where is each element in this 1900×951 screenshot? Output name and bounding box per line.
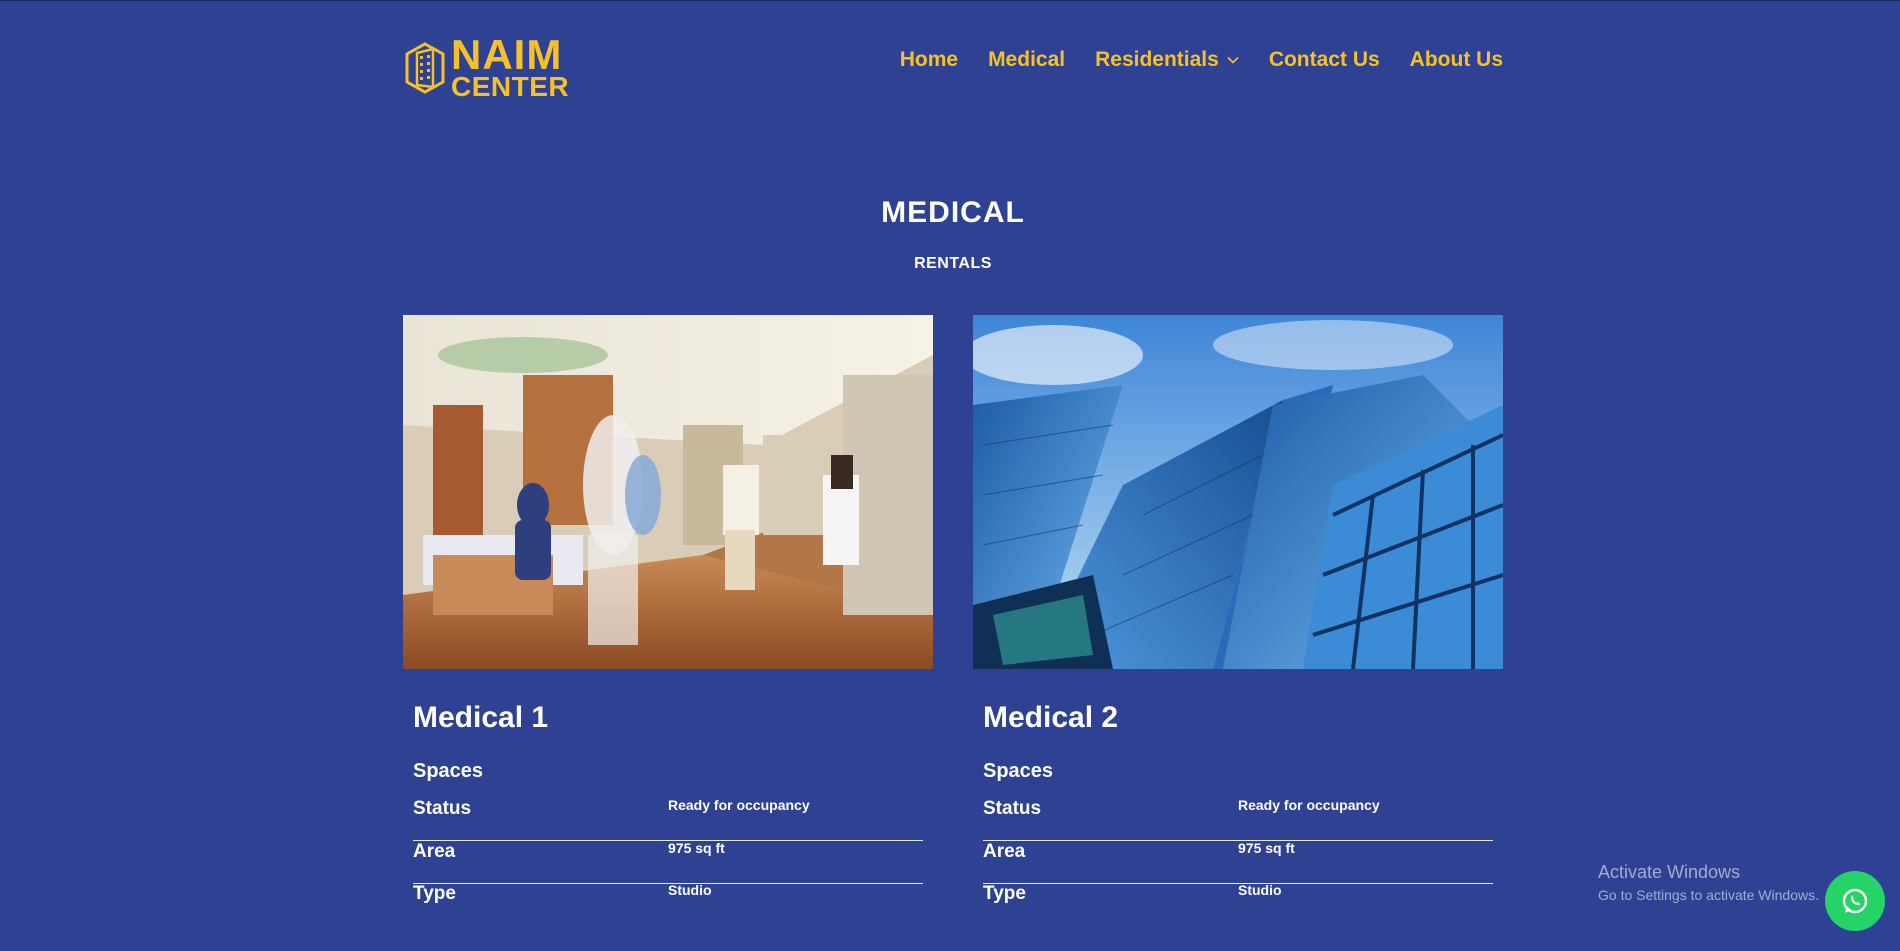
whatsapp-chat-button[interactable] bbox=[1825, 871, 1885, 931]
spec-value: Studio bbox=[668, 882, 712, 898]
spec-label: Type bbox=[413, 883, 456, 904]
glass-skyscrapers-photo[interactable] bbox=[973, 315, 1503, 669]
spec-row-area: Area 975 sq ft bbox=[413, 840, 923, 884]
spec-row-status: Status Ready for occupancy bbox=[413, 797, 923, 841]
spaces-heading: Spaces bbox=[983, 760, 1054, 782]
spec-label: Area bbox=[983, 841, 1026, 862]
brand-logo[interactable]: NAIM CENTER bbox=[403, 34, 583, 102]
spec-label: Status bbox=[983, 798, 1042, 819]
listing-title[interactable]: Medical 2 bbox=[983, 701, 1118, 735]
nav-home-label: Home bbox=[899, 48, 959, 71]
spec-row-type: Type Studio bbox=[983, 882, 1493, 925]
spec-row-type: Type Studio bbox=[413, 882, 923, 925]
spec-value: 975 sq ft bbox=[668, 840, 725, 856]
listing-card-medical-2[interactable]: Medical 2 Spaces Status Ready for occupa… bbox=[973, 315, 1503, 904]
page-subtitle: RENTALS bbox=[914, 255, 992, 272]
spec-label: Status bbox=[413, 798, 472, 819]
spec-value: Ready for occupancy bbox=[668, 797, 810, 813]
nav-home[interactable]: Home bbox=[900, 48, 958, 72]
nav-about-us-label: About Us bbox=[1409, 48, 1503, 71]
nav-contact-us-label: Contact Us bbox=[1268, 48, 1380, 71]
spec-label: Area bbox=[413, 841, 456, 862]
brand-wordmark: NAIM CENTER bbox=[451, 30, 570, 103]
spec-value: Studio bbox=[1238, 882, 1282, 898]
main-nav: Home Medical Residentials Contact Us Abo… bbox=[900, 48, 1503, 72]
building-logo-icon bbox=[405, 42, 445, 94]
nav-medical[interactable]: Medical bbox=[988, 48, 1065, 72]
spaces-heading: Spaces bbox=[413, 760, 484, 782]
nav-medical-label: Medical bbox=[988, 48, 1066, 71]
spec-value: Ready for occupancy bbox=[1238, 797, 1380, 813]
nav-residentials[interactable]: Residentials bbox=[1095, 48, 1239, 72]
chevron-down-icon bbox=[1227, 56, 1239, 64]
site-header: NAIM CENTER Home Medical Residentials Co… bbox=[403, 26, 1503, 106]
windows-activation-watermark: Activate Windows Go to Settings to activ… bbox=[1598, 862, 1819, 903]
watermark-subtitle: Go to Settings to activate Windows. bbox=[1598, 887, 1819, 903]
page-title: MEDICAL bbox=[881, 196, 1025, 229]
spec-row-area: Area 975 sq ft bbox=[983, 840, 1493, 884]
hospital-corridor-photo[interactable] bbox=[403, 315, 933, 669]
nav-about-us[interactable]: About Us bbox=[1410, 48, 1503, 72]
whatsapp-icon bbox=[1842, 888, 1868, 914]
brand-line-2: CENTER bbox=[451, 71, 570, 103]
spec-label: Type bbox=[983, 883, 1026, 904]
listing-title[interactable]: Medical 1 bbox=[413, 701, 548, 735]
listing-card-medical-1[interactable]: Medical 1 Spaces Status Ready for occupa… bbox=[403, 315, 933, 904]
spec-value: 975 sq ft bbox=[1238, 840, 1295, 856]
spec-row-status: Status Ready for occupancy bbox=[983, 797, 1493, 841]
watermark-title: Activate Windows bbox=[1598, 862, 1741, 882]
nav-residentials-label: Residentials bbox=[1095, 48, 1219, 71]
nav-contact-us[interactable]: Contact Us bbox=[1269, 48, 1380, 72]
top-border bbox=[0, 0, 1900, 1]
brand-line-1: NAIM bbox=[451, 30, 563, 78]
